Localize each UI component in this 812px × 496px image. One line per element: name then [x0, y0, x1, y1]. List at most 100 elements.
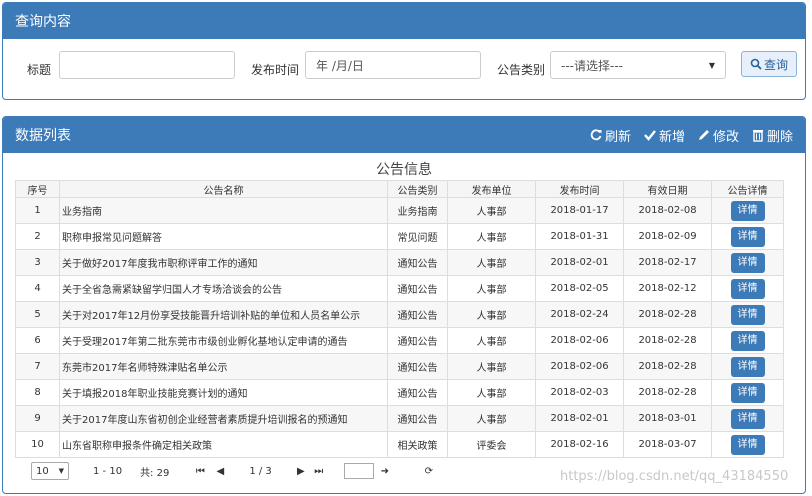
table-row: 7 东莞市2017年名师特殊津贴名单公示 通知公告 人事部 2018-02-06 2018…: [15, 353, 784, 380]
row-unit: 人事部: [447, 327, 536, 354]
col-header-expire: 有效日期: [623, 180, 712, 198]
row-expire-date: 2018-02-28: [623, 353, 712, 380]
detail-button[interactable]: 详情: [730, 226, 765, 247]
row-category: 通知公告: [387, 275, 448, 302]
refresh-icon[interactable]: ⟳: [422, 464, 436, 478]
list-panel-header: 数据列表 刷新 新增 修改 删除: [3, 117, 805, 153]
table-header-row: 序号 公告名称 公告类别 发布单位 发布时间 有效日期 公告详情: [15, 180, 784, 198]
row-name: 关于受理2017年第二批东莞市市级创业孵化基地认定申请的通告: [59, 327, 388, 354]
row-detail-cell: 详情: [711, 249, 784, 276]
list-panel-title: 数据列表: [15, 128, 71, 144]
row-unit: 人事部: [447, 353, 536, 380]
detail-button[interactable]: 详情: [730, 434, 765, 455]
col-header-unit: 发布单位: [447, 180, 536, 198]
detail-button[interactable]: 详情: [730, 330, 765, 351]
page-info: 1 / 3: [249, 465, 272, 477]
table-row: 10 山东省职称申报条件确定相关政策 相关政策 评委会 2018-02-16 2018-0…: [15, 431, 784, 458]
detail-button[interactable]: 详情: [730, 408, 765, 429]
row-detail-cell: 详情: [711, 327, 784, 354]
detail-button[interactable]: 详情: [730, 304, 765, 325]
row-name: 关于对2017年12月份享受技能晋升培训补贴的单位和人员名单公示: [59, 301, 388, 328]
page-size-select[interactable]: 10 ▼: [31, 462, 69, 480]
row-no: 2: [15, 223, 60, 250]
search-button[interactable]: 查询: [741, 51, 797, 77]
row-unit: 人事部: [447, 379, 536, 406]
table-row: 9 关于2017年度山东省初创企业经营者素质提升培训报名的预通知 通知公告 人事部 20…: [15, 405, 784, 432]
row-publish-date: 2018-02-06: [535, 353, 624, 380]
row-expire-date: 2018-02-12: [623, 275, 712, 302]
next-page-icon[interactable]: ▶: [294, 464, 308, 478]
edit-button[interactable]: 修改: [697, 126, 739, 145]
col-header-category: 公告类别: [387, 180, 448, 198]
add-label: 新增: [658, 129, 685, 145]
row-name: 东莞市2017年名师特殊津贴名单公示: [59, 353, 388, 380]
category-select[interactable]: ---请选择--- ▼: [550, 51, 726, 79]
trash-icon: [752, 130, 763, 142]
refresh-button[interactable]: 刷新: [589, 126, 631, 145]
row-expire-date: 2018-02-28: [623, 379, 712, 406]
row-detail-cell: 详情: [711, 379, 784, 406]
go-arrow-icon[interactable]: ➜: [378, 464, 392, 478]
row-expire-date: 2018-03-07: [623, 431, 712, 458]
detail-button[interactable]: 详情: [730, 356, 765, 377]
col-header-name: 公告名称: [59, 180, 388, 198]
table-row: 1 业务指南 业务指南 人事部 2018-01-17 2018-02-08 详情: [15, 197, 784, 224]
row-category: 通知公告: [387, 353, 448, 380]
table-row: 8 关于填报2018年职业技能竞赛计划的通知 通知公告 人事部 2018-02-03 20…: [15, 379, 784, 406]
table-row: 4 关于全省急需紧缺留学归国人才专场洽谈会的公告 通知公告 人事部 2018-02-05…: [15, 275, 784, 302]
row-no: 8: [15, 379, 60, 406]
row-publish-date: 2018-02-06: [535, 327, 624, 354]
row-detail-cell: 详情: [711, 223, 784, 250]
table-row: 3 关于做好2017年度我市职称评审工作的通知 通知公告 人事部 2018-02-01 2…: [15, 249, 784, 276]
row-category: 通知公告: [387, 327, 448, 354]
row-name: 山东省职称申报条件确定相关政策: [59, 431, 388, 458]
category-select-value: ---请选择---: [561, 58, 623, 73]
prev-page-icon[interactable]: ◀: [213, 464, 227, 478]
row-category: 通知公告: [387, 249, 448, 276]
row-name: 关于全省急需紧缺留学归国人才专场洽谈会的公告: [59, 275, 388, 302]
row-name: 关于填报2018年职业技能竞赛计划的通知: [59, 379, 388, 406]
table-row: 5 关于对2017年12月份享受技能晋升培训补贴的单位和人员名单公示 通知公告 人事部…: [15, 301, 784, 328]
query-panel-title: 查询内容: [15, 14, 71, 30]
refresh-label: 刷新: [604, 129, 631, 145]
row-category: 通知公告: [387, 379, 448, 406]
detail-button[interactable]: 详情: [730, 382, 765, 403]
row-category: 常见问题: [387, 223, 448, 250]
row-unit: 人事部: [447, 249, 536, 276]
col-header-detail: 公告详情: [711, 180, 784, 198]
chevron-down-icon: ▼: [58, 467, 64, 475]
row-name: 关于做好2017年度我市职称评审工作的通知: [59, 249, 388, 276]
total-count: 共: 29: [140, 467, 170, 479]
page-jump-input[interactable]: [343, 463, 374, 479]
row-no: 9: [15, 405, 60, 432]
detail-button[interactable]: 详情: [730, 252, 765, 273]
list-toolbar: 刷新 新增 修改 删除: [589, 126, 793, 145]
row-unit: 人事部: [447, 301, 536, 328]
last-page-icon[interactable]: ⏭: [312, 464, 326, 478]
row-expire-date: 2018-02-08: [623, 197, 712, 224]
notice-table-wrap: 序号 公告名称 公告类别 发布单位 发布时间 有效日期 公告详情 1 业务指南 业务…: [15, 180, 784, 458]
detail-button[interactable]: 详情: [730, 200, 765, 221]
row-expire-date: 2018-03-01: [623, 405, 712, 432]
title-input[interactable]: [59, 51, 235, 79]
row-detail-cell: 详情: [711, 275, 784, 302]
row-name: 业务指南: [59, 197, 388, 224]
row-publish-date: 2018-02-01: [535, 249, 624, 276]
title-label: 标题: [27, 63, 52, 77]
row-no: 4: [15, 275, 60, 302]
row-publish-date: 2018-01-31: [535, 223, 624, 250]
page-size-value: 10: [36, 465, 49, 477]
add-button[interactable]: 新增: [643, 126, 685, 145]
row-detail-cell: 详情: [711, 405, 784, 432]
row-publish-date: 2018-02-01: [535, 405, 624, 432]
first-page-icon[interactable]: ⏮: [193, 464, 207, 478]
detail-button[interactable]: 详情: [730, 278, 765, 299]
row-category: 通知公告: [387, 301, 448, 328]
page-range: 1 - 10: [93, 465, 123, 477]
row-category: 相关政策: [387, 431, 448, 458]
row-detail-cell: 详情: [711, 431, 784, 458]
query-form: 标题 发布时间 年 /月/日 公告类别 ---请选择--- ▼ 查询: [3, 39, 805, 99]
delete-button[interactable]: 删除: [751, 126, 793, 145]
publish-date-input[interactable]: 年 /月/日: [305, 51, 481, 79]
category-label: 公告类别: [497, 63, 546, 77]
